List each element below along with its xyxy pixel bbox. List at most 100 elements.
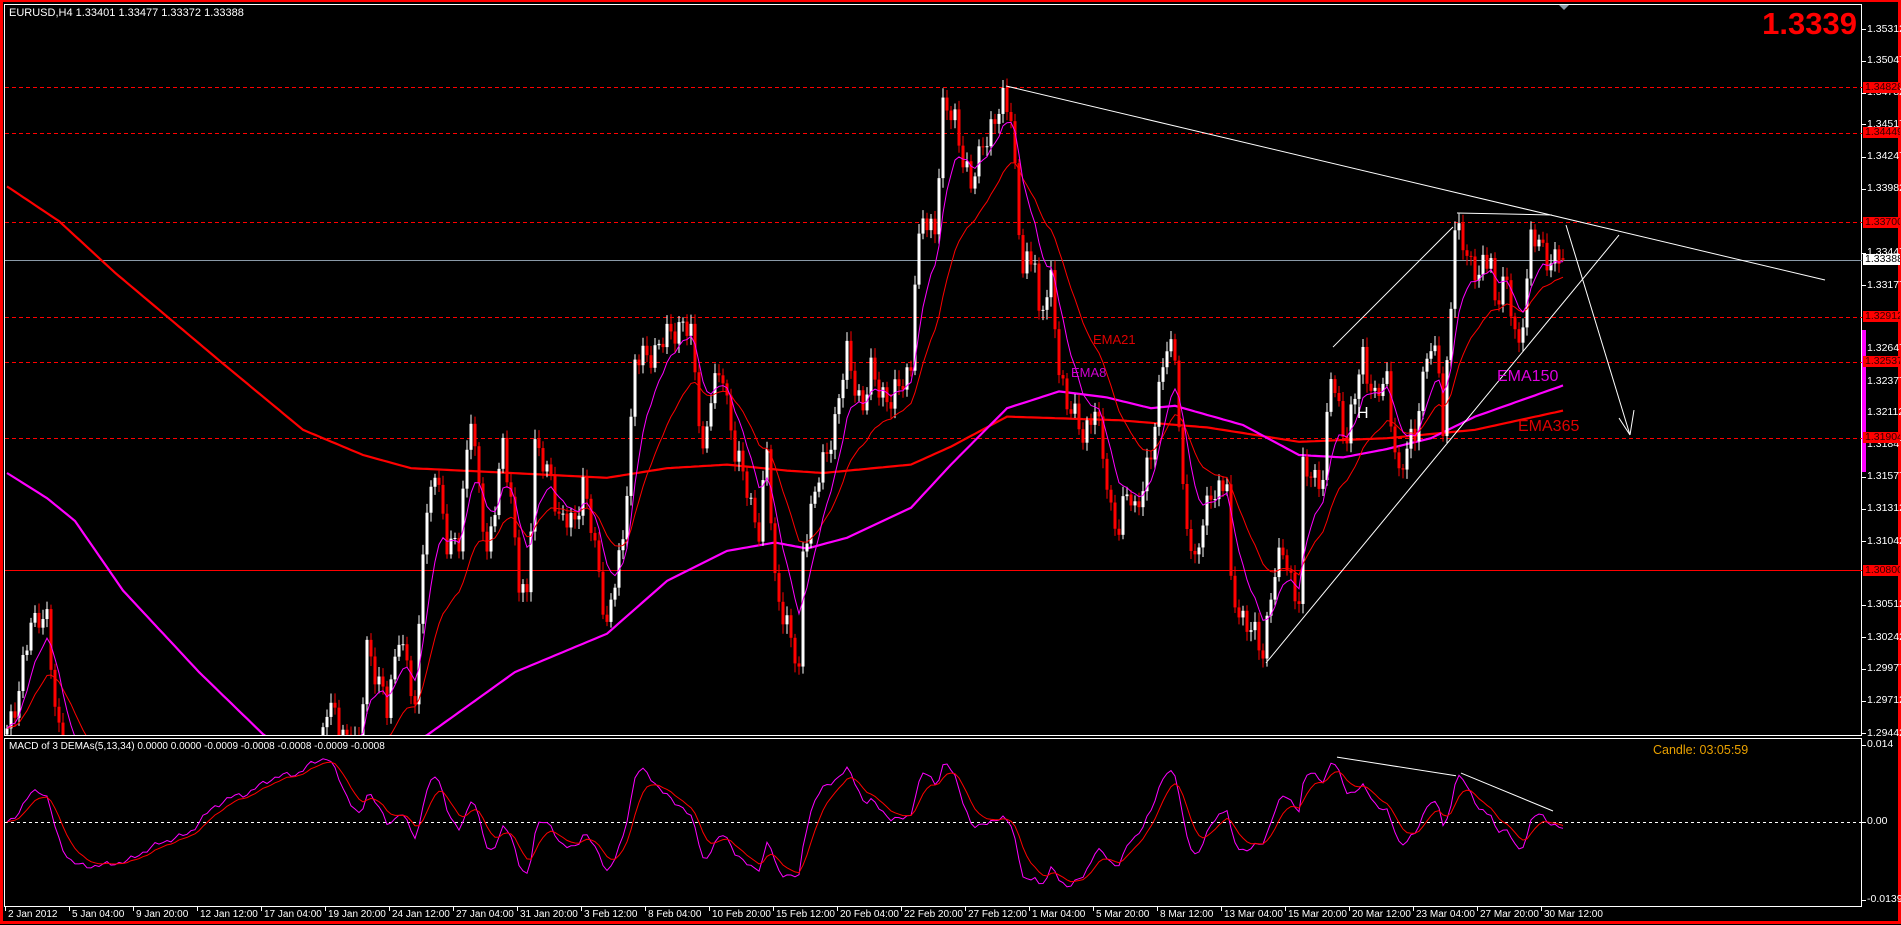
candle [1029, 241, 1033, 272]
ema8-label[interactable]: EMA8 [1071, 365, 1106, 380]
candle [853, 362, 857, 403]
candle-body [1441, 373, 1445, 437]
candle-body [561, 513, 565, 515]
chart-shift-triangle-icon[interactable] [1559, 5, 1569, 10]
candle-body [649, 355, 653, 368]
candle-body [917, 233, 921, 285]
candle-body [937, 178, 941, 235]
candle-body [677, 322, 681, 344]
price-tick-label: 1.32377 [1867, 374, 1901, 387]
macd-signal-line [6, 761, 1564, 883]
price-tick-label: 1.30242 [1867, 630, 1901, 643]
candle-body [1281, 547, 1285, 556]
ema21-label[interactable]: EMA21 [1093, 332, 1136, 347]
candle [445, 504, 449, 559]
time-tick-label: 27 Mar 20:00 [1480, 909, 1539, 920]
candle [1273, 568, 1277, 606]
big-current-price: 1.3339 [1762, 6, 1857, 41]
candle [1213, 490, 1217, 508]
candle-body [1229, 484, 1233, 576]
main-panel-border [4, 4, 1862, 736]
price-tick-label: 1.32112 [1867, 406, 1901, 419]
candle [929, 214, 933, 239]
ema150-label[interactable]: EMA150 [1497, 368, 1558, 386]
candle-body [1065, 378, 1069, 410]
candle [773, 517, 777, 582]
candle-body [1297, 601, 1301, 604]
candle [1541, 231, 1545, 248]
time-tick-label: 17 Jan 04:00 [264, 909, 322, 920]
candle-body [845, 340, 849, 380]
top-horizontal [1456, 212, 1553, 216]
candles [5, 78, 1565, 735]
candle-body [1125, 494, 1129, 497]
candle [709, 394, 713, 431]
candle [365, 636, 369, 714]
ema365-label[interactable]: EMA365 [1518, 418, 1579, 436]
candle [413, 690, 417, 714]
candle [1069, 401, 1073, 419]
candle-body [1453, 230, 1457, 309]
candle [689, 314, 693, 345]
candle-body [477, 446, 481, 484]
candle [1089, 413, 1093, 434]
candle-body [1305, 456, 1309, 477]
candle [1001, 80, 1005, 123]
candle-body [13, 711, 17, 718]
chart-canvas[interactable] [0, 0, 1901, 925]
candle-body [453, 537, 457, 539]
candle [949, 105, 953, 130]
candle-body [1481, 254, 1485, 275]
time-tick-label: 24 Jan 12:00 [392, 909, 450, 920]
candle [1333, 375, 1337, 398]
candle [881, 382, 885, 407]
candle-body [629, 416, 633, 496]
candle-body [1369, 383, 1373, 391]
candle-body [1409, 428, 1413, 449]
price-tick-label: 1.29442 [1867, 726, 1901, 739]
candle-body [385, 686, 389, 718]
candle [821, 444, 825, 490]
level-price-label: 1.32912 [1863, 311, 1900, 323]
candle-body [1089, 420, 1093, 425]
candle-body [1001, 87, 1005, 114]
candle-body [1461, 223, 1465, 251]
time-tick-label: 15 Mar 20:00 [1288, 909, 1347, 920]
candle [573, 505, 577, 529]
candle-body [1153, 426, 1157, 460]
candle-body [1077, 403, 1081, 430]
time-tick-label: 20 Mar 12:00 [1352, 909, 1411, 920]
channel-lower [1265, 234, 1620, 664]
drawings[interactable] [1005, 85, 1826, 664]
candle [1429, 342, 1433, 365]
candle [1345, 427, 1349, 452]
candle-body [29, 622, 33, 651]
candle [1109, 485, 1113, 511]
candle [825, 442, 829, 462]
candle-body [1193, 550, 1197, 555]
candle-body [1337, 393, 1341, 402]
candle-body [749, 497, 753, 499]
candle [481, 477, 485, 541]
candle-body [1365, 346, 1369, 384]
candle [701, 421, 705, 455]
candle [1381, 377, 1385, 401]
candle-body [1313, 469, 1317, 478]
candle [1265, 611, 1269, 667]
h-text-object[interactable]: H [1357, 405, 1369, 423]
candle-body [1533, 229, 1537, 247]
candle [429, 480, 433, 522]
candle-body [1081, 429, 1085, 443]
candle [1557, 245, 1561, 273]
candle-body [1501, 276, 1505, 305]
candle-body [781, 601, 785, 625]
candle-body [1029, 251, 1033, 265]
candle-body [1045, 297, 1049, 310]
candle-body [1465, 250, 1469, 256]
candle [1485, 247, 1489, 274]
candle-body [437, 477, 441, 485]
candle [1045, 289, 1049, 320]
candle-body [989, 119, 993, 147]
candle-body [993, 119, 997, 124]
candle-body [1489, 258, 1493, 269]
